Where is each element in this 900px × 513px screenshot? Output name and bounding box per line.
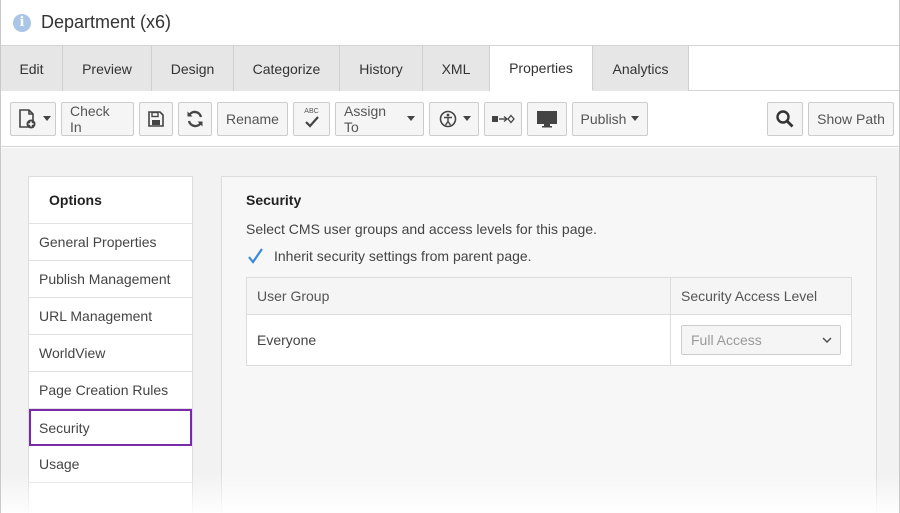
- save-icon: [148, 110, 164, 127]
- access-level-select[interactable]: Full Access: [681, 325, 841, 355]
- toolbar: Check In Rename ABC Assign To Publish Sh…: [1, 91, 899, 147]
- accessibility-icon: [439, 110, 456, 127]
- user-group-cell: Everyone: [246, 314, 671, 366]
- checkmark-icon: [248, 248, 263, 264]
- tab-design[interactable]: Design: [152, 46, 234, 91]
- spellcheck-button[interactable]: ABC: [293, 101, 330, 136]
- column-header-access-level: Security Access Level: [670, 277, 852, 315]
- assign-to-label: Assign To: [344, 102, 387, 135]
- security-table: User Group Security Access Level Everyon…: [246, 277, 852, 366]
- compare-icon: [492, 114, 515, 123]
- chevron-down-icon: [822, 337, 832, 343]
- inherit-checkbox[interactable]: [246, 247, 264, 265]
- chevron-down-icon: [462, 116, 471, 121]
- access-level-value: Full Access: [691, 332, 762, 348]
- chevron-down-icon: [407, 116, 415, 121]
- tab-properties[interactable]: Properties: [490, 46, 593, 91]
- tab-categorize[interactable]: Categorize: [234, 46, 340, 91]
- rename-button[interactable]: Rename: [217, 101, 288, 136]
- tab-preview[interactable]: Preview: [63, 46, 152, 91]
- chevron-down-icon: [631, 116, 640, 121]
- refresh-button[interactable]: [178, 101, 212, 136]
- page-title: Department (x6): [41, 12, 172, 32]
- security-panel: Security Select CMS user groups and acce…: [221, 176, 877, 513]
- option-usage[interactable]: Usage: [29, 446, 192, 483]
- refresh-icon: [187, 110, 203, 127]
- option-worldview[interactable]: WorldView: [29, 335, 192, 372]
- app-window: i Department (x6) Edit Preview Design Ca…: [0, 0, 900, 513]
- monitor-icon: [537, 110, 557, 127]
- search-button[interactable]: [767, 102, 803, 136]
- tab-history[interactable]: History: [340, 46, 423, 91]
- search-icon: [776, 110, 794, 128]
- section-description: Select CMS user groups and access levels…: [246, 221, 597, 237]
- option-page-creation-rules[interactable]: Page Creation Rules: [29, 372, 192, 409]
- publish-label: Publish: [580, 110, 627, 127]
- tab-xml[interactable]: XML: [423, 46, 490, 91]
- tab-bar: Edit Preview Design Categorize History X…: [1, 46, 899, 91]
- tab-analytics[interactable]: Analytics: [593, 46, 689, 91]
- tab-edit[interactable]: Edit: [1, 46, 63, 91]
- option-general-properties[interactable]: General Properties: [29, 224, 192, 261]
- device-preview-button[interactable]: [527, 101, 567, 136]
- options-heading: Options: [29, 177, 192, 224]
- option-url-management[interactable]: URL Management: [29, 298, 192, 335]
- check-in-button[interactable]: Check In: [61, 101, 134, 136]
- chevron-down-icon: [42, 116, 51, 121]
- option-security[interactable]: Security: [29, 409, 192, 446]
- title-bar: i Department (x6): [1, 0, 899, 46]
- spellcheck-icon: [304, 115, 319, 128]
- inherit-row: Inherit security settings from parent pa…: [246, 247, 852, 265]
- show-path-button[interactable]: Show Path: [808, 102, 894, 136]
- inherit-label: Inherit security settings from parent pa…: [274, 248, 532, 264]
- compare-button[interactable]: [484, 101, 522, 136]
- assign-to-button[interactable]: Assign To: [335, 101, 424, 136]
- toolbar-right: Show Path: [767, 102, 894, 136]
- info-icon: i: [13, 13, 31, 32]
- accessibility-check-button[interactable]: [429, 101, 479, 136]
- new-page-icon: [18, 108, 35, 128]
- section-title: Security: [246, 192, 302, 208]
- save-button[interactable]: [139, 101, 173, 136]
- table-row: Everyone Full Access: [246, 314, 852, 366]
- option-publish-management[interactable]: Publish Management: [29, 261, 192, 298]
- access-level-cell: Full Access: [670, 314, 852, 366]
- new-page-button[interactable]: [10, 101, 56, 136]
- options-sidebar: Options General Properties Publish Manag…: [28, 176, 193, 513]
- content-area: Options General Properties Publish Manag…: [1, 148, 899, 513]
- publish-button[interactable]: Publish: [572, 101, 648, 136]
- spellcheck-label: ABC: [304, 107, 319, 115]
- column-header-user-group: User Group: [246, 277, 671, 315]
